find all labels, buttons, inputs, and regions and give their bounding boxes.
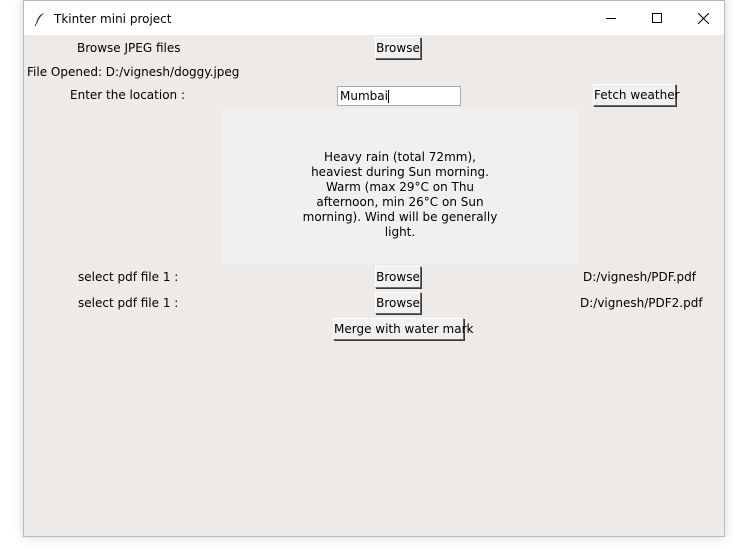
maximize-icon [652,13,662,23]
maximize-button[interactable] [634,1,680,35]
location-input[interactable]: Mumbai [337,86,461,106]
minimize-button[interactable] [588,1,634,35]
minimize-icon [606,18,616,19]
file-opened-label: File Opened: D:/vignesh/doggy.jpeg [27,65,240,79]
app-window: Tkinter mini project Browse JPEG files B… [23,0,725,537]
window-title: Tkinter mini project [54,12,172,26]
text-caret [387,90,389,103]
feather-icon [34,13,44,26]
close-button[interactable] [680,1,726,35]
merge-watermark-button[interactable]: Merge with water mark [333,318,473,340]
fetch-weather-button[interactable]: Fetch weather [593,84,680,106]
browse-pdf-2-button[interactable]: Browse [375,292,421,314]
browse-jpeg-button[interactable]: Browse [375,37,421,59]
pdf-file-1-path: D:/vignesh/PDF.pdf [583,270,696,284]
pdf-file-2-path: D:/vignesh/PDF2.pdf [580,296,703,310]
close-icon [697,12,709,24]
weather-forecast-text: Heavy rain (total 72mm), heaviest during… [302,150,498,239]
location-input-value: Mumbai [340,89,388,103]
title-bar[interactable]: Tkinter mini project [24,1,724,35]
weather-panel: Heavy rain (total 72mm), heaviest during… [222,109,578,264]
browse-pdf-1-button[interactable]: Browse [375,266,421,288]
browse-jpeg-label: Browse JPEG files [77,41,181,55]
location-label: Enter the location : [70,88,186,102]
pdf-file-1-label: select pdf file 1 : [78,270,179,284]
pdf-file-2-label: select pdf file 1 : [78,296,179,310]
